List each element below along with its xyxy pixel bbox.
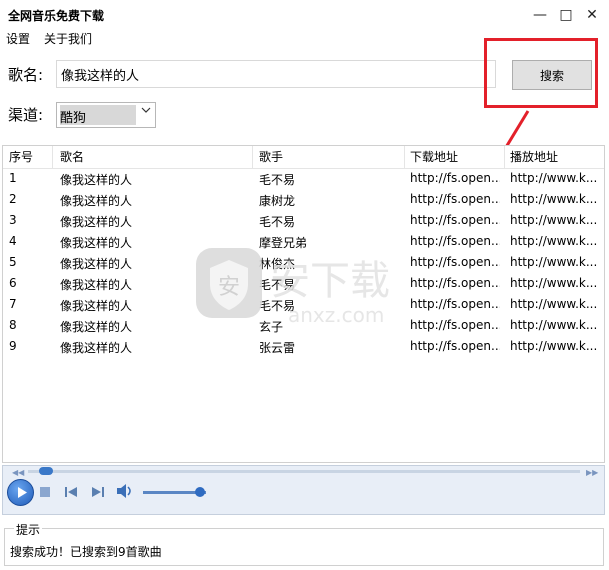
cell-index: 4 bbox=[9, 234, 17, 248]
cell-index: 5 bbox=[9, 255, 17, 269]
seek-bar[interactable] bbox=[28, 470, 580, 473]
cell-play-url: http://www.k... bbox=[510, 171, 598, 185]
cell-download-url: http://fs.open... bbox=[410, 339, 500, 353]
cell-index: 6 bbox=[9, 276, 17, 290]
fast-forward-icon[interactable]: ▶▶ bbox=[586, 468, 598, 477]
column-divider[interactable] bbox=[404, 146, 405, 168]
column-header-song[interactable]: 歌名 bbox=[60, 148, 84, 166]
seek-thumb[interactable] bbox=[39, 467, 54, 475]
cell-index: 1 bbox=[9, 171, 17, 185]
cell-index: 2 bbox=[9, 192, 17, 206]
maximize-button[interactable]: □ bbox=[556, 6, 576, 24]
channel-label: 渠道: bbox=[8, 106, 44, 124]
column-header-artist[interactable]: 歌手 bbox=[259, 148, 283, 166]
maximize-icon: □ bbox=[559, 7, 573, 23]
status-message: 搜索成功！已搜索到9首歌曲 bbox=[10, 545, 162, 559]
minimize-icon: — bbox=[533, 7, 547, 23]
highlight-box bbox=[484, 38, 598, 108]
minimize-button[interactable]: — bbox=[530, 6, 550, 24]
menu-settings[interactable]: 设置 bbox=[6, 30, 30, 47]
cell-play-url: http://www.k... bbox=[510, 255, 598, 269]
window-title: 全网音乐免费下载 bbox=[8, 9, 105, 23]
song-label: 歌名: bbox=[8, 66, 44, 84]
cell-artist: 毛不易 bbox=[259, 173, 296, 187]
rewind-icon[interactable]: ◀◀ bbox=[12, 468, 24, 477]
watermark-logo: 安 安下载 anxz.com bbox=[196, 248, 390, 327]
cell-download-url: http://fs.open... bbox=[410, 171, 500, 185]
song-input[interactable] bbox=[56, 60, 496, 88]
cell-play-url: http://www.k... bbox=[510, 213, 598, 227]
play-button[interactable] bbox=[7, 479, 34, 506]
cell-play-url: http://www.k... bbox=[510, 192, 598, 206]
column-header-download[interactable]: 下载地址 bbox=[410, 148, 458, 166]
cell-play-url: http://www.k... bbox=[510, 297, 598, 311]
column-divider[interactable] bbox=[504, 146, 505, 168]
close-button[interactable]: ✕ bbox=[582, 6, 602, 24]
close-icon: ✕ bbox=[586, 7, 598, 23]
svg-text:安: 安 bbox=[218, 275, 240, 300]
cell-artist: 张云雷 bbox=[259, 341, 296, 355]
column-divider[interactable] bbox=[52, 146, 53, 168]
play-icon bbox=[18, 487, 27, 498]
cell-play-url: http://www.k... bbox=[510, 318, 598, 332]
volume-icon[interactable] bbox=[117, 484, 133, 501]
cell-song: 像我这样的人 bbox=[60, 194, 133, 208]
cell-song: 像我这样的人 bbox=[60, 215, 133, 229]
svg-text:安下载: 安下载 bbox=[270, 258, 390, 304]
cell-download-url: http://fs.open... bbox=[410, 213, 500, 227]
cell-index: 7 bbox=[9, 297, 17, 311]
previous-icon[interactable] bbox=[65, 486, 77, 500]
menu-about[interactable]: 关于我们 bbox=[44, 30, 92, 47]
status-title: 提示 bbox=[14, 521, 43, 538]
cell-index: 3 bbox=[9, 213, 17, 227]
cell-artist: 康树龙 bbox=[259, 194, 296, 208]
cell-index: 9 bbox=[9, 339, 17, 353]
channel-selected-value: 酷狗 bbox=[60, 105, 136, 126]
cell-play-url: http://www.k... bbox=[510, 276, 598, 290]
cell-play-url: http://www.k... bbox=[510, 234, 598, 248]
cell-song: 像我这样的人 bbox=[60, 341, 133, 355]
cell-artist: 毛不易 bbox=[259, 215, 296, 229]
cell-index: 8 bbox=[9, 318, 17, 332]
chevron-down-icon bbox=[141, 106, 151, 117]
volume-thumb[interactable] bbox=[194, 487, 205, 497]
svg-text:anxz.com: anxz.com bbox=[288, 303, 384, 327]
column-header-index[interactable]: 序号 bbox=[9, 148, 33, 166]
cell-play-url: http://www.k... bbox=[510, 339, 598, 353]
column-header-play[interactable]: 播放地址 bbox=[510, 148, 558, 166]
next-icon[interactable] bbox=[92, 486, 104, 500]
column-divider[interactable] bbox=[252, 146, 253, 168]
stop-icon[interactable] bbox=[40, 486, 50, 500]
cell-song: 像我这样的人 bbox=[60, 173, 133, 187]
cell-download-url: http://fs.open... bbox=[410, 192, 500, 206]
